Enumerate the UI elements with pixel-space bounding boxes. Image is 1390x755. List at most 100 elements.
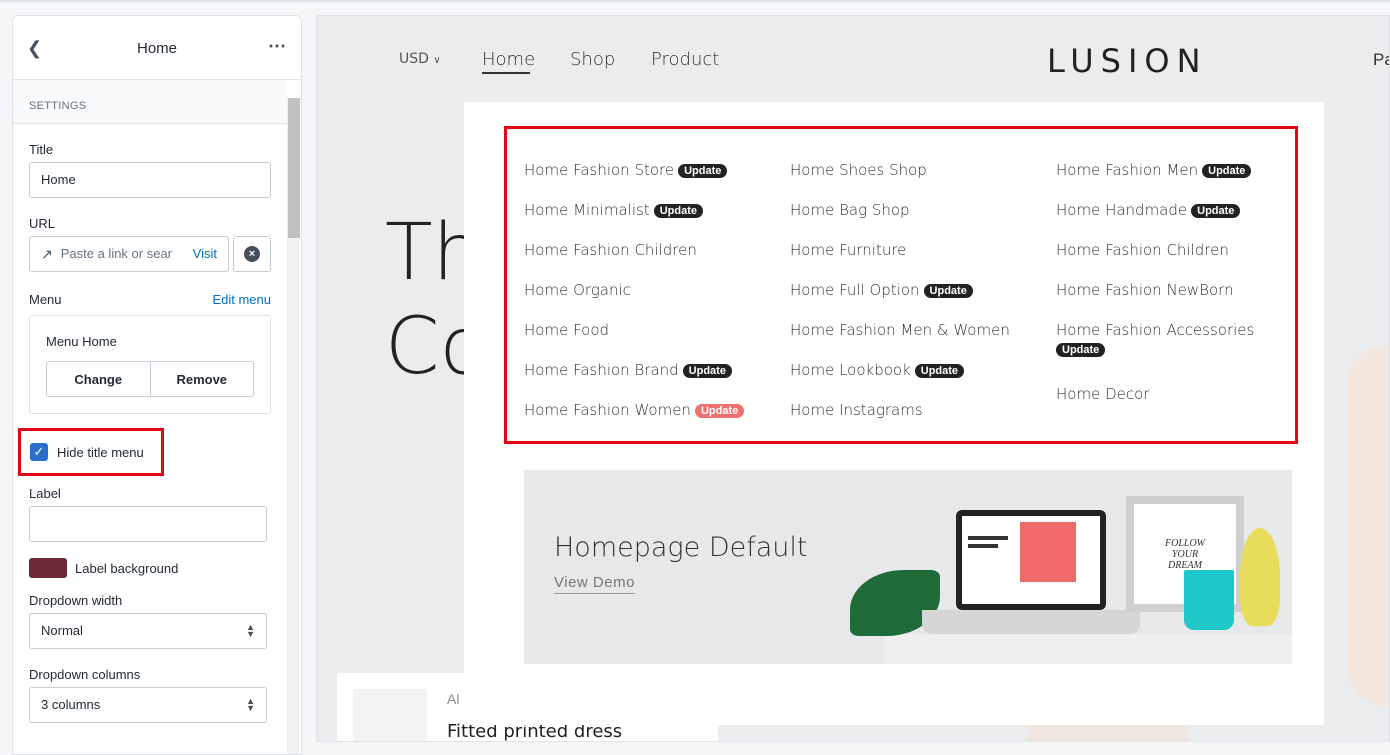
menu-link-label: Home Fashion Children (524, 241, 697, 259)
update-badge: Update (678, 164, 728, 178)
menu-column-3: Home Fashion Men Update Home Handmade Updat… (1056, 161, 1254, 425)
menu-column-1: Home Fashion Store Update Home Minimalist U… (524, 161, 745, 441)
top-border (0, 0, 1390, 2)
url-input[interactable]: ↗ Paste a link or sear Visit (29, 236, 229, 272)
menu-link[interactable]: Home Fashion Children (1056, 241, 1254, 281)
menu-link[interactable]: Home Decor (1056, 385, 1254, 425)
clear-url-button[interactable]: × (233, 236, 271, 272)
menu-link-label: Home Fashion Men (1056, 161, 1199, 179)
laptop-base (922, 610, 1140, 634)
title-input[interactable]: Home (29, 162, 271, 198)
model-image (1347, 346, 1389, 706)
menu-link[interactable]: Home Fashion Store Update (524, 161, 744, 201)
laptop-screen (962, 516, 1100, 604)
edit-menu-link[interactable]: Edit menu (212, 292, 271, 307)
menu-link[interactable]: Home Instagrams (790, 401, 1010, 441)
mug-image (1184, 570, 1234, 630)
menu-link-label: Home Minimalist (524, 201, 650, 219)
mega-menu-dropdown: Home Fashion Store Update Home Minimalist U… (464, 102, 1324, 725)
menu-link[interactable]: Home Fashion Accessories Update (1056, 321, 1254, 385)
close-icon: × (244, 246, 260, 262)
sidebar-header: ❮ Home ⋯ (13, 16, 301, 80)
settings-form: Title Home URL ↗ Paste a link or sear Vi… (13, 142, 287, 414)
update-badge: Update (653, 204, 703, 218)
dropdown-width-select[interactable]: Normal ▲ ▼ (29, 613, 267, 649)
dropdown-columns-select[interactable]: 3 columns ▲ ▼ (29, 687, 267, 723)
banner-table (884, 634, 1292, 664)
dropdown-width-label: Dropdown width (29, 593, 123, 608)
nav-product[interactable]: Product (651, 49, 719, 70)
storefront-preview: USD ∨ Home Shop Product LUSION Pa ThCo A… (316, 15, 1390, 742)
menu-link[interactable]: Home Fashion Women Update (524, 401, 745, 441)
nav-right-item[interactable]: Pa (1373, 50, 1389, 70)
menu-link[interactable]: Home Organic (524, 281, 744, 321)
menu-link-label: Home Fashion NewBorn (1056, 281, 1234, 299)
label-label: Label (29, 486, 61, 501)
update-badge: Update (914, 364, 965, 378)
select-arrows-icon: ▲ ▼ (246, 622, 255, 639)
menu-column-2: Home Shoes Shop Home Bag Shop Home Furnitu… (790, 161, 1010, 441)
view-demo-link[interactable]: View Demo (554, 574, 635, 594)
menu-link-label: Home Lookbook (790, 361, 911, 379)
menu-link[interactable]: Home Lookbook Update (790, 361, 1010, 401)
menu-card: Menu Home Change Remove (29, 315, 271, 414)
remove-button[interactable]: Remove (150, 361, 254, 397)
update-badge: Update (1191, 204, 1241, 218)
hide-title-menu-highlight: ✓ Hide title menu (18, 428, 164, 476)
update-badge: Update (1202, 164, 1252, 178)
chevron-down-icon: ∨ (433, 55, 441, 66)
vase-image (1240, 528, 1280, 626)
menu-link[interactable]: Home Fashion Men Update (1056, 161, 1254, 201)
menu-links-highlight: Home Fashion Store Update Home Minimalist U… (504, 126, 1298, 444)
menu-name: Menu Home (46, 334, 117, 349)
menu-link-label: Home Instagrams (790, 401, 923, 419)
product-image (353, 689, 427, 741)
label-background-label: Label background (75, 560, 179, 576)
sidebar-scrollbar[interactable] (287, 98, 300, 754)
menu-link[interactable]: Home Food (524, 321, 744, 361)
menu-link[interactable]: Home Fashion Children (524, 241, 744, 281)
menu-link-label: Home Shoes Shop (790, 161, 927, 179)
nav-active-underline (482, 72, 530, 74)
update-badge: Update (682, 364, 732, 378)
external-link-icon: ↗ (41, 246, 53, 262)
hide-title-label: Hide title menu (57, 444, 144, 460)
more-options-icon[interactable]: ⋯ (268, 36, 287, 57)
settings-sidebar: ❮ Home ⋯ SETTINGS Title Home URL ↗ Paste… (12, 15, 302, 755)
label-input[interactable] (29, 506, 267, 542)
menu-link[interactable]: Home Shoes Shop (790, 161, 1010, 201)
menu-link-label: Home Decor (1056, 385, 1150, 403)
menu-link-label: Home Fashion Children (1056, 241, 1229, 259)
product-brand: Al (447, 691, 460, 707)
nav-shop[interactable]: Shop (570, 49, 615, 70)
menu-link[interactable]: Home Minimalist Update (524, 201, 744, 241)
menu-link[interactable]: Home Fashion Brand Update (524, 361, 744, 401)
change-button[interactable]: Change (46, 361, 151, 397)
title-label: Title (29, 142, 54, 157)
frame-text: FOLLOW YOUR DREAM (1164, 537, 1205, 571)
sidebar-title: Home (136, 40, 177, 57)
menu-label: Menu (29, 292, 62, 307)
hide-title-checkbox[interactable]: ✓ (30, 443, 48, 461)
dropdown-columns-value: 3 columns (41, 697, 101, 712)
store-logo[interactable]: LUSION (1047, 42, 1208, 80)
menu-link[interactable]: Home Handmade Update (1056, 201, 1254, 241)
label-background-swatch[interactable] (29, 558, 67, 578)
select-arrows-icon: ▲ ▼ (246, 696, 255, 713)
menu-link[interactable]: Home Fashion NewBorn (1056, 281, 1254, 321)
url-placeholder: Paste a link or sear (60, 246, 173, 261)
dropdown-columns-label: Dropdown columns (29, 667, 141, 682)
scrollbar-thumb[interactable] (288, 98, 300, 238)
menu-link[interactable]: Home Furniture (790, 241, 1010, 281)
menu-link[interactable]: Home Full Option Update (790, 281, 1010, 321)
visit-link[interactable]: Visit (193, 237, 217, 271)
nav-home[interactable]: Home (482, 49, 535, 70)
homepage-banner[interactable]: Homepage Default View Demo FOLLOW YOUR D… (524, 470, 1292, 664)
menu-link[interactable]: Home Fashion Men & Women (790, 321, 1010, 361)
menu-link[interactable]: Home Bag Shop (790, 201, 1010, 241)
settings-section-title: SETTINGS (13, 80, 287, 124)
banner-title: Homepage Default (554, 532, 808, 563)
menu-link-label: Home Fashion Store (524, 161, 675, 179)
currency-selector[interactable]: USD ∨ (399, 51, 441, 67)
menu-link-label: Home Handmade (1056, 201, 1188, 219)
